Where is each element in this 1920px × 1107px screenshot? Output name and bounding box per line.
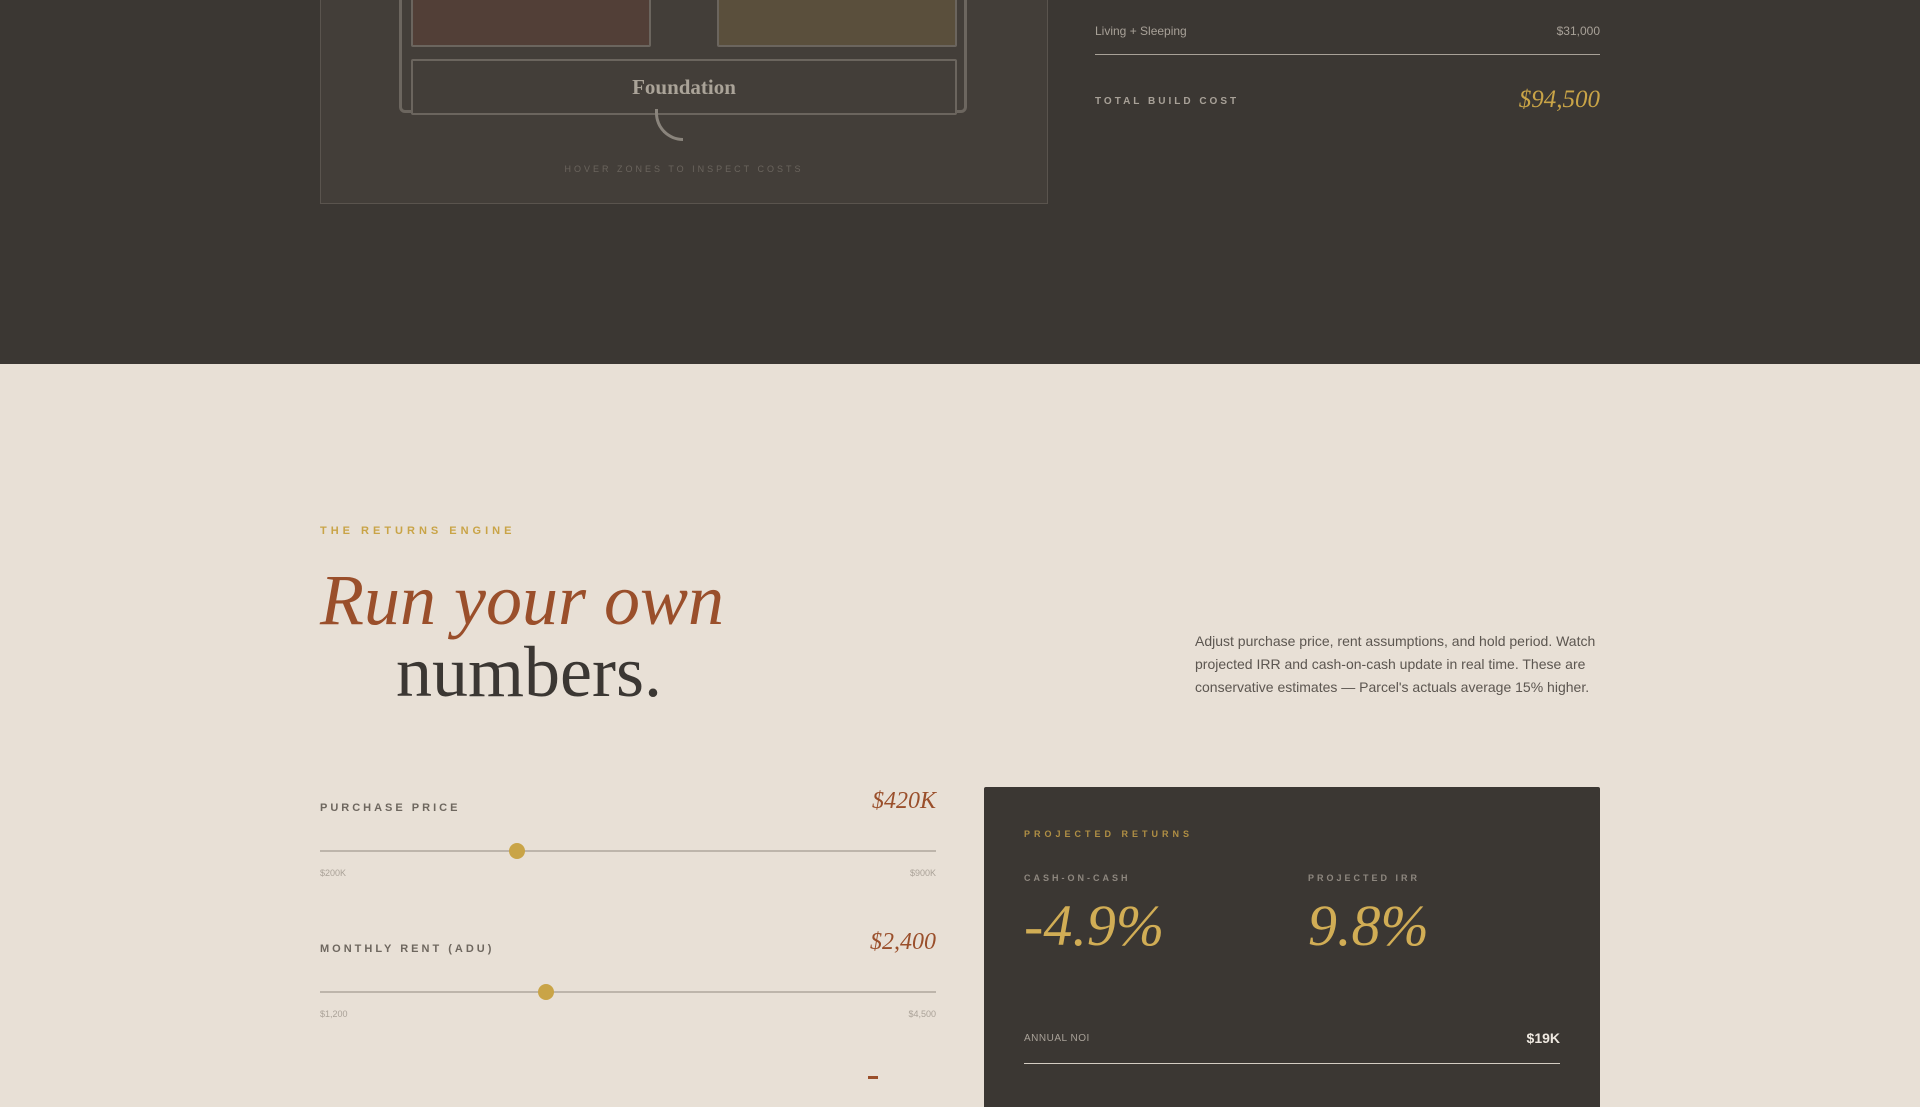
door-arc-icon	[655, 109, 683, 141]
total-build-cost-value: $94,500	[1518, 86, 1600, 113]
irr-label: PROJECTED IRR	[1308, 873, 1421, 883]
headline-plain: numbers.	[396, 632, 662, 712]
headline-italic: Run your own	[320, 560, 724, 640]
slider-min: $200K	[320, 868, 347, 878]
zone-kitchen[interactable]	[717, 0, 957, 47]
total-build-cost-label: TOTAL BUILD COST	[1095, 96, 1240, 107]
build-cost-section: Foundation HOVER ZONES TO INSPECT COSTS …	[0, 0, 1920, 364]
cost-row-living-sleeping: Living + Sleeping $31,000	[1095, 24, 1600, 55]
section-intro: Adjust purchase price, rent assumptions,…	[1195, 633, 1596, 695]
projected-returns-card: PROJECTED RETURNS CASH-ON-CASH -4.9% PRO…	[984, 787, 1600, 1107]
cost-row-label: Living + Sleeping	[1095, 24, 1187, 38]
slider-max: $4,500	[908, 1009, 936, 1019]
slider-track[interactable]	[320, 984, 936, 1000]
cash-on-cash-value: -4.9%	[1024, 893, 1165, 958]
slider-label: MONTHLY RENT (ADU)	[320, 943, 495, 955]
hover-hint: HOVER ZONES TO INSPECT COSTS	[564, 164, 804, 174]
slider-thumb[interactable]	[538, 984, 555, 1000]
next-slider-value-peek	[868, 1076, 878, 1079]
card-title: PROJECTED RETURNS	[1024, 829, 1194, 839]
slider-label: PURCHASE PRICE	[320, 802, 461, 814]
zone-living[interactable]	[411, 0, 651, 47]
annual-noi-value: $19K	[1526, 1030, 1560, 1046]
slider-value: $420K	[871, 788, 936, 814]
section-eyebrow: THE RETURNS ENGINE	[320, 525, 516, 537]
slider-min: $1,200	[320, 1009, 348, 1019]
house-diagram-card: Foundation HOVER ZONES TO INSPECT COSTS	[320, 0, 1048, 204]
annual-noi-row: ANNUAL NOI $19K	[1024, 1027, 1560, 1064]
zone-foundation[interactable]: Foundation	[411, 59, 957, 115]
slider-track[interactable]	[320, 843, 936, 859]
slider-thumb[interactable]	[509, 843, 526, 859]
zone-foundation-label: Foundation	[632, 74, 736, 99]
cash-on-cash-label: CASH-ON-CASH	[1024, 873, 1131, 883]
cost-row-value: $31,000	[1556, 24, 1600, 38]
annual-noi-label: ANNUAL NOI	[1024, 1033, 1090, 1044]
slider-max: $900K	[909, 868, 936, 878]
slider-value: $2,400	[870, 929, 936, 955]
irr-value: 9.8%	[1308, 893, 1429, 958]
